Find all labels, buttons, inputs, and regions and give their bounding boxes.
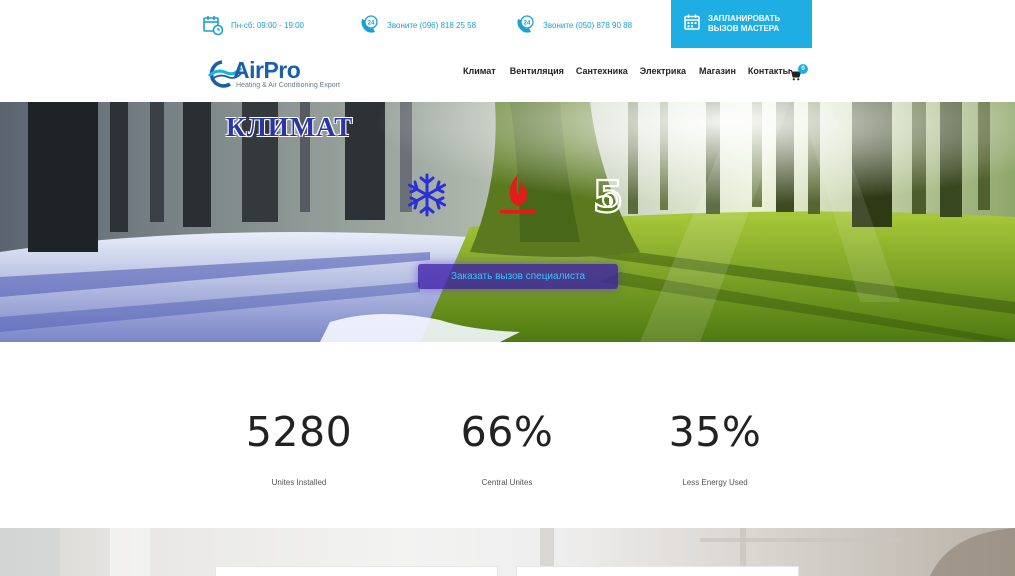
working-hours-text: Пн-сб: 09:00 - 19:00	[231, 20, 305, 30]
logo-name: AirPro	[233, 57, 301, 83]
flame-icon[interactable]	[498, 172, 538, 223]
stats-section: 5280 Unites Installed 66% Central Unites…	[0, 342, 1015, 528]
phone-24-icon: 24	[515, 15, 535, 35]
hero-title: КЛИМАТ	[226, 112, 354, 142]
stat-less-energy: 35% Less Energy Used	[615, 408, 815, 487]
cart-count-badge: 0	[798, 64, 808, 74]
order-specialist-button[interactable]: Заказать вызов специалиста	[418, 264, 618, 289]
hero-banner: КЛИМАТ 5 Заказать вызов специалиста	[0, 102, 1015, 342]
nav-item-plumbing[interactable]: Сантехника	[576, 66, 628, 82]
stat-label: Unites Installed	[271, 478, 327, 487]
nav-item-climate[interactable]: Климат	[463, 66, 496, 82]
logo-tagline: Heating & Air Conditioning Export	[236, 82, 340, 89]
stat-value: 35%	[668, 408, 762, 456]
nav-item-electrics[interactable]: Электрика	[640, 66, 686, 82]
phone-badge-1: 24	[368, 21, 375, 27]
main-nav: Климат Вентиляция Сантехника Электрика М…	[463, 66, 790, 82]
working-hours: Пн-сб: 09:00 - 19:00	[203, 14, 304, 36]
office-background	[0, 528, 1015, 576]
phone-badge-2: 24	[524, 21, 531, 27]
feature-card-2	[516, 566, 799, 576]
nav-item-contacts[interactable]: Контакты	[748, 66, 790, 82]
phone-24-icon: 24	[359, 15, 379, 35]
calendar-icon	[684, 14, 700, 35]
nav-item-shop[interactable]: Магазин	[699, 66, 736, 82]
snowflake-icon[interactable]	[405, 172, 449, 223]
five-icon[interactable]: 5	[588, 171, 632, 224]
calendar-clock-icon	[203, 15, 223, 35]
phone-2-text[interactable]: Звоните (050) 878 90 88	[543, 21, 632, 30]
logo[interactable]: AirPro Heating & Air Conditioning Export	[203, 56, 348, 92]
phone-1-text[interactable]: Звоните (096) 818 25 58	[387, 21, 476, 30]
stat-value: 5280	[245, 408, 353, 456]
phone-1[interactable]: 24 Звоните (096) 818 25 58	[359, 14, 476, 36]
phone-2[interactable]: 24 Звоните (050) 878 90 88	[515, 14, 632, 36]
stat-central-units: 66% Central Unites	[407, 408, 607, 487]
nav-item-ventilation[interactable]: Вентиляция	[510, 66, 564, 82]
five-glyph: 5	[593, 172, 624, 218]
stat-label: Central Unites	[481, 478, 533, 487]
stat-value: 66%	[460, 408, 554, 456]
schedule-master-label[interactable]: ЗАПЛАНИРОВАТЬ ВЫЗОВ МАСТЕРА	[708, 14, 788, 34]
feature-card-1	[215, 566, 498, 576]
stat-units-installed: 5280 Unites Installed	[199, 408, 399, 487]
top-bar: Пн-сб: 09:00 - 19:00 24 Звоните (096) 81…	[0, 0, 1015, 48]
stat-label: Less Energy Used	[682, 478, 748, 487]
schedule-master-button[interactable]: ЗАПЛАНИРОВАТЬ ВЫЗОВ МАСТЕРА	[671, 0, 812, 48]
bottom-section	[0, 528, 1015, 576]
